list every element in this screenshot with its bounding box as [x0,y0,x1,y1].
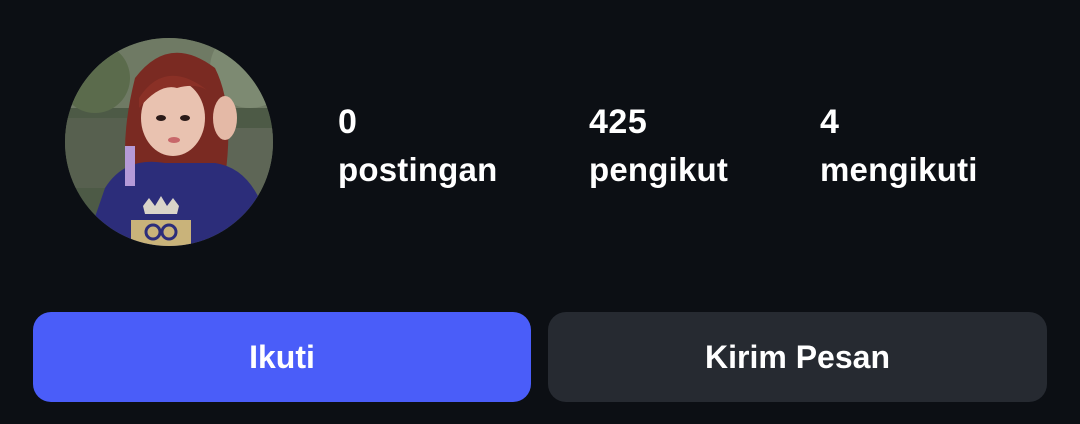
profile-avatar[interactable] [65,38,273,246]
posts-count: 0 [338,103,358,141]
following-count: 4 [820,103,840,141]
follow-button[interactable]: Ikuti [33,312,531,402]
stat-posts[interactable]: 0 postingan [338,102,497,190]
follow-button-label: Ikuti [249,338,315,375]
profile-photo-image [65,38,273,246]
send-message-button-label: Kirim Pesan [705,338,890,375]
followers-label: pengikut [589,151,729,188]
following-label: mengikuti [820,151,978,188]
stat-following[interactable]: 4 mengikuti [820,102,978,190]
posts-label: postingan [338,151,498,188]
followers-count: 425 [589,103,648,141]
send-message-button[interactable]: Kirim Pesan [548,312,1047,402]
stat-followers[interactable]: 425 pengikut [589,102,728,190]
